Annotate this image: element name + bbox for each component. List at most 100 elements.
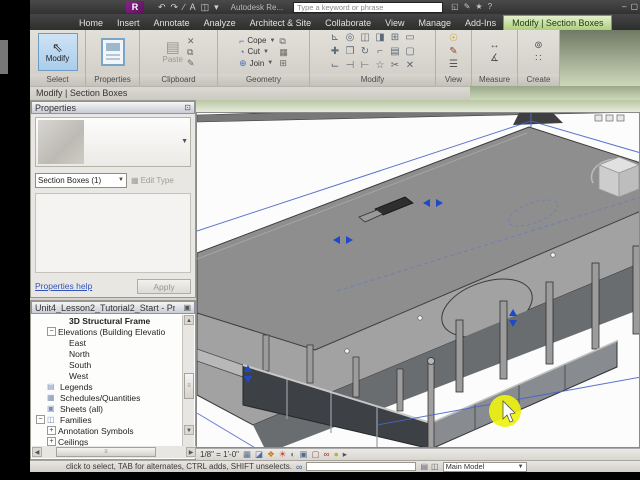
model-viewport[interactable] [196, 112, 640, 448]
view-window-buttons[interactable] [594, 114, 625, 122]
visual-style-icon[interactable]: ❖ [267, 449, 275, 460]
type-selector[interactable]: ▼ [35, 117, 191, 167]
panel-clipboard-label[interactable]: Clipboard [140, 74, 217, 86]
group-icon[interactable]: ⊚ [534, 40, 542, 52]
corner-icon[interactable]: ⌙ [331, 60, 339, 72]
scale-button[interactable]: 1/8" = 1'-0" [200, 450, 239, 459]
expand-icon[interactable]: + [47, 437, 56, 446]
favorites-icon[interactable]: ★ [475, 1, 482, 13]
demolish-icon[interactable]: ⊞ [279, 58, 288, 68]
tab-home[interactable]: Home [72, 16, 110, 30]
tree-item-elevations-building-elevatio[interactable]: − Elevations (Building Elevatio [32, 326, 184, 337]
geometry-tool-cut[interactable]: ◔ Cut ▼ [239, 47, 275, 57]
tab-insert[interactable]: Insert [110, 16, 147, 30]
keytip-icon[interactable]: ✎ [464, 1, 471, 13]
tree-item-families[interactable]: − ◫ Families [32, 414, 184, 425]
tab-manage[interactable]: Manage [412, 16, 459, 30]
extend-icon[interactable]: ⊣ [346, 60, 355, 72]
tree-item-schedules-quantities[interactable]: ▦ Schedules/Quantities [32, 392, 184, 403]
copy-move-icon[interactable]: ❐ [346, 46, 355, 58]
delete2-icon[interactable]: ✕ [406, 60, 414, 72]
panel-geometry-label[interactable]: Geometry [218, 74, 309, 86]
mirror-icon[interactable]: ◫ [360, 32, 369, 44]
tree-item-south[interactable]: South [32, 359, 184, 370]
tree-item-3d-structural-frame[interactable]: 3D Structural Frame [32, 315, 184, 326]
delete-icon[interactable]: ✕ [187, 36, 195, 46]
search-input[interactable]: Type a keyword or phrase [293, 1, 444, 13]
panel-select-label[interactable]: Select [30, 74, 85, 86]
measure-icon[interactable]: ∕ [183, 1, 185, 13]
type-selector-dropdown-icon[interactable]: ▼ [181, 138, 188, 145]
reveal-hidden-icon[interactable]: ● [334, 449, 339, 460]
minimize-button[interactable]: – [622, 1, 626, 13]
tree-item-west[interactable]: West [32, 370, 184, 381]
panel-view-label[interactable]: View [436, 74, 471, 86]
palette-menu-icon[interactable]: ⊡ [184, 103, 191, 112]
tree-item-sheets-all-[interactable]: ▣ Sheets (all) [32, 403, 184, 414]
unjoin-icon[interactable]: ☆ [376, 60, 385, 72]
tab-annotate[interactable]: Annotate [147, 16, 197, 30]
paste-button[interactable]: ▤ Paste [162, 40, 182, 64]
redo-icon[interactable]: ↷ [171, 1, 179, 13]
sync-icon[interactable]: ◫ [201, 1, 210, 13]
edit-type-button[interactable]: ▦ Edit Type [131, 176, 174, 185]
text-icon[interactable]: A [190, 1, 196, 13]
tree-item-annotation-symbols[interactable]: + Annotation Symbols [32, 425, 184, 436]
tab-collaborate[interactable]: Collaborate [318, 16, 378, 30]
lightbulb-icon[interactable]: ☉ [449, 33, 458, 45]
tree-item-east[interactable]: East [32, 337, 184, 348]
scroll-up-icon[interactable]: ▲ [184, 315, 194, 325]
browser-close-icon[interactable]: ▣ [183, 303, 191, 312]
tab-architect-site[interactable]: Architect & Site [243, 16, 319, 30]
array-icon[interactable]: ▤ [390, 46, 399, 58]
move-icon[interactable]: ✚ [331, 46, 339, 58]
copy-icon[interactable]: ⧉ [187, 47, 195, 57]
panel-modify-label[interactable]: Modify [310, 74, 435, 86]
geometry-tool-join[interactable]: ⊕ Join ▼ [239, 58, 275, 69]
measure-angle-icon[interactable]: ∡ [490, 53, 499, 65]
qat-dropdown-icon[interactable]: ▾ [214, 1, 219, 13]
scroll-left-icon[interactable]: ◀ [32, 447, 42, 457]
project-browser-header[interactable]: Unit4_Lesson2_Tutorial2_Start - Proj... … [31, 301, 195, 314]
measure-line-icon[interactable]: ↔ [490, 40, 500, 52]
hide-isolate-icon[interactable]: ∞ [324, 449, 330, 460]
mirror-draw-icon[interactable]: ◨ [375, 32, 384, 44]
thinlines-icon[interactable]: ☰ [449, 59, 458, 71]
horizontal-scroll-thumb[interactable]: ≡ [56, 447, 156, 457]
properties-help-link[interactable]: Properties help [35, 281, 92, 291]
expand-icon[interactable]: ▸ [343, 449, 347, 460]
crop-icon[interactable]: ▣ [299, 449, 307, 460]
scale-icon[interactable]: ▦ [243, 449, 251, 460]
rotate-icon[interactable]: ↻ [361, 46, 369, 58]
shadows-icon[interactable]: ◐ [290, 449, 295, 460]
tree-item-north[interactable]: North [32, 348, 184, 359]
linework-icon[interactable]: ✎ [449, 46, 457, 58]
editable-only-icon[interactable]: ▤ [420, 462, 428, 471]
browser-vertical-scrollbar[interactable]: ▲ ≡ ▼ [182, 315, 194, 447]
tab-view[interactable]: View [378, 16, 411, 30]
cut2-icon[interactable]: ✂ [391, 60, 399, 72]
scroll-down-icon[interactable]: ▼ [184, 425, 194, 435]
undo-icon[interactable]: ↶ [158, 1, 166, 13]
collapse-icon[interactable]: − [47, 327, 56, 336]
active-workset-combo[interactable]: Main Model ▼ [442, 461, 527, 472]
offset-icon[interactable]: ◎ [346, 32, 355, 44]
tab-analyze[interactable]: Analyze [197, 16, 243, 30]
filter-icon[interactable]: ∞ [296, 462, 302, 472]
split-icon[interactable]: ⊞ [391, 32, 399, 44]
geometry-tool-cope[interactable]: ⌐ Cope ▼ [239, 36, 275, 46]
tree-item-legends[interactable]: ▤ Legends [32, 381, 184, 392]
restore-button[interactable]: ▢ [630, 1, 638, 13]
instance-filter-combo[interactable]: Section Boxes (1) ▼ [35, 172, 127, 188]
matchtype-icon[interactable]: ✎ [187, 58, 195, 68]
tab-modify-section-boxes[interactable]: Modify | Section Boxes [503, 15, 613, 30]
detail-level-icon[interactable]: ◪ [255, 449, 263, 460]
apply-button[interactable]: Apply [137, 278, 191, 294]
extend2-icon[interactable]: ⊢ [361, 60, 370, 72]
tab-add-ins[interactable]: Add-Ins [458, 16, 503, 30]
align-icon[interactable]: ⊾ [331, 32, 339, 44]
vertical-scroll-thumb[interactable]: ≡ [184, 373, 194, 399]
properties-palette-header[interactable]: Properties ⊡ [31, 101, 195, 114]
crop-visibility-icon[interactable]: ▢ [312, 449, 320, 460]
modify-tool-button[interactable]: ⇖ Modify [37, 33, 78, 71]
